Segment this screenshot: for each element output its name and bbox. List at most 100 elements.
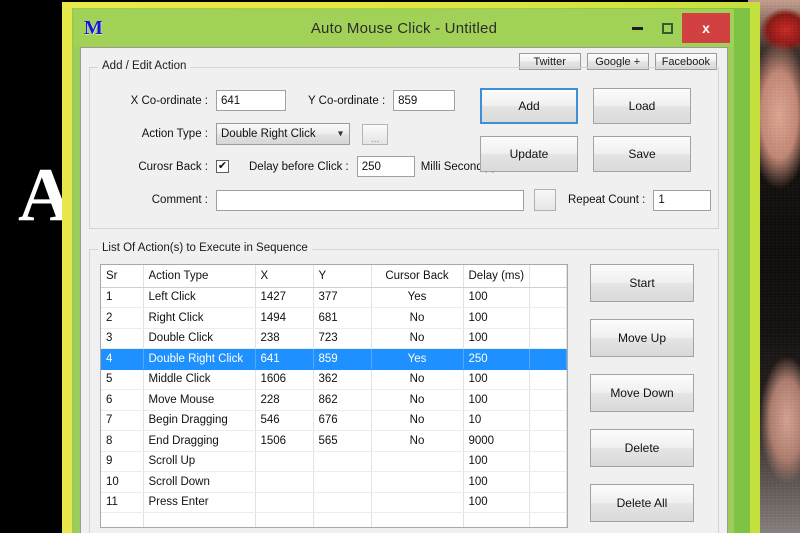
cell-x bbox=[255, 471, 314, 493]
table-header-row: Sr Action Type X Y Cursor Back Delay (ms) bbox=[101, 265, 567, 288]
cell-spacer bbox=[529, 389, 567, 411]
cell-sr: 7 bbox=[101, 410, 144, 431]
action-type-select[interactable]: Double Right Click ▾ bbox=[216, 123, 350, 145]
cell-cursor-back: No bbox=[371, 389, 464, 411]
minimize-icon bbox=[631, 26, 643, 30]
screenshot-root: A M Auto Mouse Click - Untitled x Twitte… bbox=[0, 0, 800, 533]
table-empty-row bbox=[101, 512, 567, 527]
cell-spacer bbox=[529, 430, 567, 452]
table-row[interactable]: 10 Scroll Down 100 bbox=[101, 471, 567, 493]
cell-delay: 100 bbox=[463, 471, 530, 493]
start-button[interactable]: Start bbox=[590, 264, 694, 302]
cell-action: Double Right Click bbox=[143, 348, 256, 370]
sequence-group: List Of Action(s) to Execute in Sequence… bbox=[89, 242, 719, 533]
cell-x: 546 bbox=[255, 410, 314, 431]
table-row[interactable]: 6 Move Mouse 228 862 No 100 bbox=[101, 389, 567, 411]
column-header-x[interactable]: X bbox=[255, 265, 314, 288]
cell-y: 362 bbox=[313, 369, 372, 390]
cursor-back-row: Curosr Back : ✔ Delay before Click : 250… bbox=[116, 156, 496, 177]
repeat-count-label: Repeat Count : bbox=[568, 194, 646, 206]
cell-empty bbox=[101, 512, 144, 527]
close-button[interactable]: x bbox=[682, 13, 730, 43]
cell-delay: 100 bbox=[463, 451, 530, 472]
table-row[interactable]: 11 Press Enter 100 bbox=[101, 492, 567, 513]
table-row[interactable]: 3 Double Click 238 723 No 100 bbox=[101, 328, 567, 349]
maximize-icon bbox=[661, 22, 673, 34]
x-coordinate-input[interactable]: 641 bbox=[216, 90, 286, 111]
cursor-back-checkbox[interactable]: ✔ bbox=[216, 160, 229, 173]
delay-before-click-input[interactable]: 250 bbox=[356, 156, 415, 177]
cell-sr: 6 bbox=[101, 389, 144, 411]
cell-x: 228 bbox=[255, 389, 314, 411]
action-type-value: Double Right Click bbox=[221, 128, 316, 140]
table-row[interactable]: 5 Middle Click 1606 362 No 100 bbox=[101, 369, 567, 390]
table-row[interactable]: 8 End Dragging 1506 565 No 9000 bbox=[101, 430, 567, 452]
cell-action: Press Enter bbox=[143, 492, 256, 513]
cell-spacer bbox=[529, 287, 567, 308]
x-coordinate-label: X Co-ordinate : bbox=[130, 94, 208, 107]
cell-spacer bbox=[529, 307, 567, 329]
comment-input[interactable] bbox=[216, 189, 524, 211]
cell-delay: 100 bbox=[463, 492, 530, 513]
action-type-row: Action Type : Double Right Click ▾ ... bbox=[116, 123, 388, 145]
load-button[interactable]: Load bbox=[593, 88, 691, 124]
cell-empty bbox=[371, 512, 464, 527]
maximize-button[interactable] bbox=[652, 14, 682, 42]
client-area: Twitter Google + Facebook Add / Edit Act… bbox=[80, 47, 728, 533]
cell-spacer bbox=[529, 369, 567, 390]
chevron-down-icon: ▾ bbox=[337, 128, 343, 140]
cell-action: Scroll Up bbox=[143, 451, 256, 472]
cell-action: Double Click bbox=[143, 328, 256, 349]
table-row[interactable]: 4 Double Right Click 641 859 Yes 250 bbox=[101, 348, 567, 370]
save-button[interactable]: Save bbox=[593, 136, 691, 172]
action-list-table-wrapper[interactable]: Sr Action Type X Y Cursor Back Delay (ms) 1 Le… bbox=[100, 264, 568, 528]
cell-empty bbox=[313, 512, 372, 527]
column-header-sr[interactable]: Sr bbox=[101, 265, 144, 288]
comment-row: Comment : Repeat Count : 1 bbox=[116, 189, 712, 211]
column-header-delay-ms[interactable]: Delay (ms) bbox=[463, 265, 530, 288]
sequence-group-title: List Of Action(s) to Execute in Sequence bbox=[98, 242, 312, 254]
column-header-action-type[interactable]: Action Type bbox=[143, 265, 256, 288]
cell-spacer bbox=[529, 328, 567, 349]
cell-delay: 9000 bbox=[463, 430, 530, 452]
comment-extra-button[interactable] bbox=[534, 189, 556, 211]
browse-button[interactable]: ... bbox=[362, 123, 388, 145]
cell-y: 377 bbox=[313, 287, 372, 308]
cursor-back-label: Curosr Back : bbox=[138, 160, 208, 173]
cell-y bbox=[313, 471, 372, 493]
delete-all-button[interactable]: Delete All bbox=[590, 484, 694, 522]
cell-empty bbox=[143, 512, 256, 527]
y-coordinate-input[interactable]: 859 bbox=[393, 90, 456, 111]
repeat-count-input[interactable]: 1 bbox=[653, 189, 712, 211]
add-edit-action-title: Add / Edit Action bbox=[98, 60, 191, 72]
cell-delay: 100 bbox=[463, 287, 530, 308]
cell-sr: 5 bbox=[101, 369, 144, 390]
cell-x: 1427 bbox=[255, 287, 314, 308]
cell-delay: 100 bbox=[463, 369, 530, 390]
cell-y: 676 bbox=[313, 410, 372, 431]
table-row[interactable]: 1 Left Click 1427 377 Yes 100 bbox=[101, 287, 567, 308]
add-button[interactable]: Add bbox=[480, 88, 578, 124]
move-up-button[interactable]: Move Up bbox=[590, 319, 694, 357]
cell-sr: 8 bbox=[101, 430, 144, 452]
cell-y bbox=[313, 492, 372, 513]
table-row[interactable]: 7 Begin Dragging 546 676 No 10 bbox=[101, 410, 567, 431]
table-row[interactable]: 2 Right Click 1494 681 No 100 bbox=[101, 307, 567, 329]
minimize-button[interactable] bbox=[622, 14, 652, 42]
cell-delay: 10 bbox=[463, 410, 530, 431]
move-down-button[interactable]: Move Down bbox=[590, 374, 694, 412]
cell-delay: 250 bbox=[463, 348, 530, 370]
table-row[interactable]: 9 Scroll Up 100 bbox=[101, 451, 567, 472]
title-bar: M Auto Mouse Click - Untitled x bbox=[74, 9, 734, 47]
action-list-table: Sr Action Type X Y Cursor Back Delay (ms) 1 Le… bbox=[101, 265, 567, 527]
column-header-cursor-back[interactable]: Cursor Back bbox=[371, 265, 464, 288]
cell-y: 859 bbox=[313, 348, 372, 370]
cell-sr: 3 bbox=[101, 328, 144, 349]
cell-cursor-back: Yes bbox=[371, 287, 464, 308]
update-button[interactable]: Update bbox=[480, 136, 578, 172]
column-header-y[interactable]: Y bbox=[313, 265, 372, 288]
cell-x: 641 bbox=[255, 348, 314, 370]
action-list-body: 1 Left Click 1427 377 Yes 100 2 Right Click 1494… bbox=[101, 287, 567, 527]
delete-button[interactable]: Delete bbox=[590, 429, 694, 467]
watermark-letter-a: A bbox=[18, 153, 73, 237]
